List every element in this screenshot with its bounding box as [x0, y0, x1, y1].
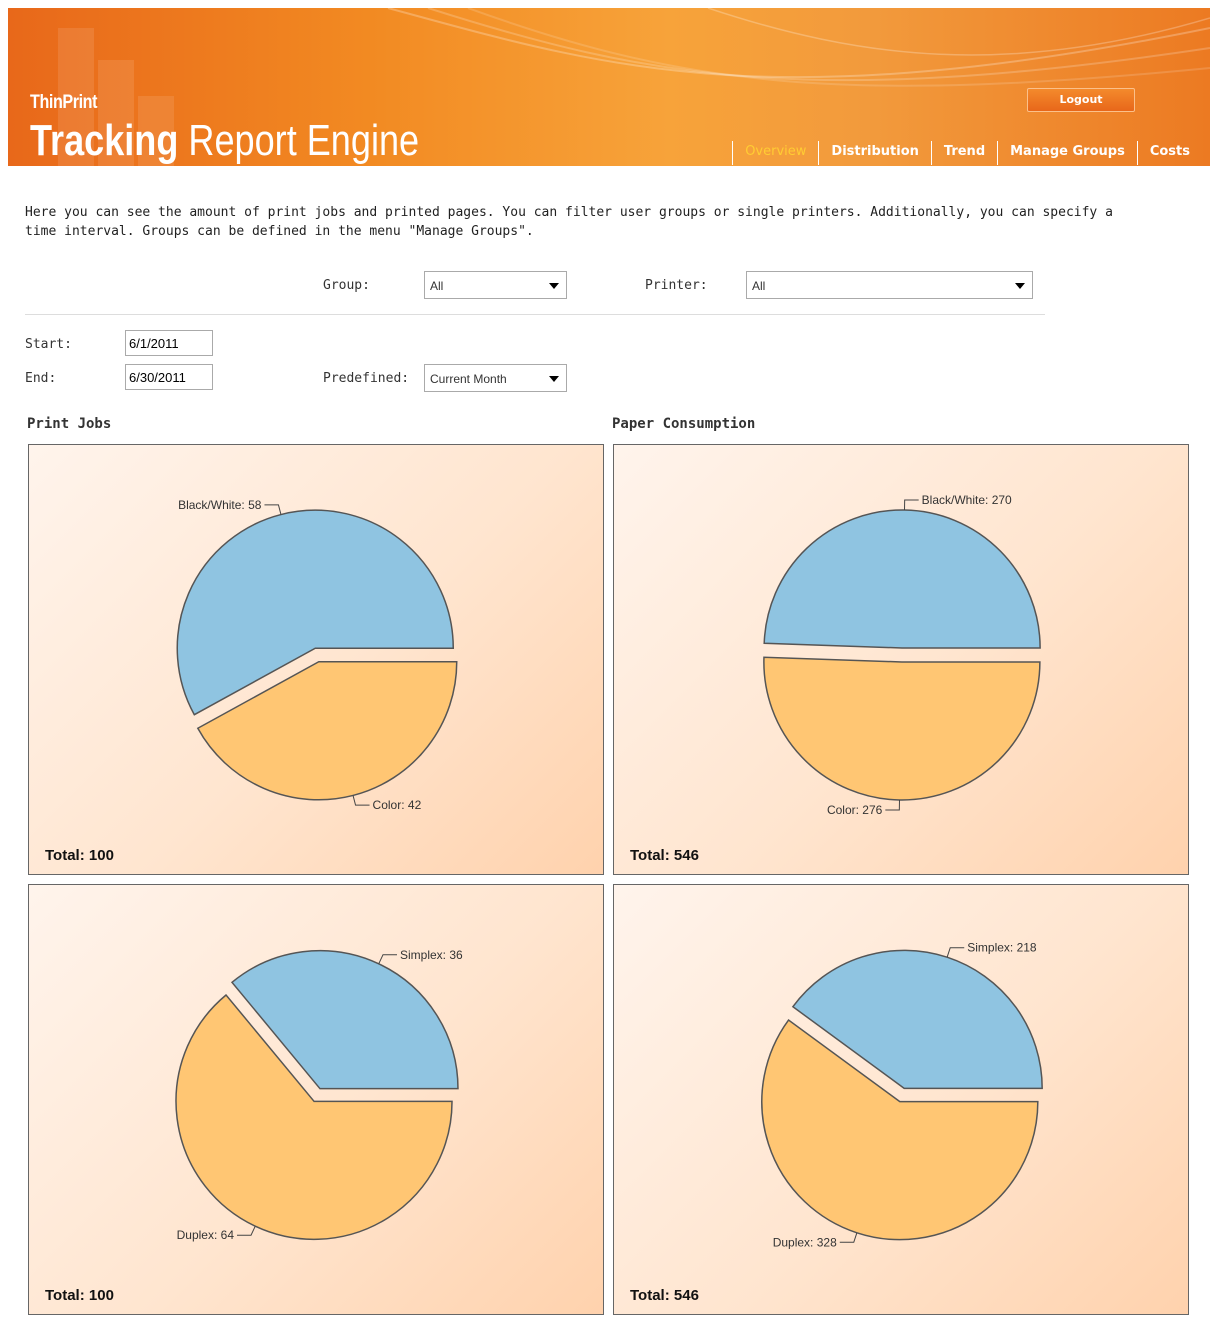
- brand-title-rest: Report Engine: [188, 116, 420, 165]
- chart-total: Total: 100: [45, 1287, 114, 1304]
- chart-panel-pages-duplex: Simplex: 218 Duplex: 328 Total: 546: [613, 884, 1189, 1315]
- print-jobs-title: Print Jobs: [27, 416, 112, 432]
- pie-slice-label: Color: 42: [373, 798, 422, 812]
- start-date-input[interactable]: [125, 330, 213, 356]
- filter-divider: [25, 314, 1045, 315]
- tab-distribution[interactable]: Distribution: [818, 141, 930, 165]
- pie-leader-line: [237, 1225, 256, 1236]
- logout-button[interactable]: Logout: [1027, 88, 1135, 112]
- brand-title: Tracking Report Engine: [30, 116, 419, 166]
- chevron-down-icon: [549, 283, 559, 289]
- main-nav: Overview Distribution Trend Manage Group…: [732, 141, 1202, 165]
- paper-consumption-title: Paper Consumption: [612, 416, 756, 432]
- pie-leader-line: [885, 799, 900, 811]
- brand-small: ThinPrint: [30, 92, 98, 113]
- tab-trend[interactable]: Trend: [930, 141, 997, 165]
- printer-label: Printer:: [645, 278, 708, 293]
- pie-slice-label: Simplex: 36: [400, 948, 463, 962]
- chart-total: Total: 546: [630, 1287, 699, 1304]
- chart-panel-pages-color: Black/White: 270 Color: 276 Total: 546: [613, 444, 1189, 875]
- group-label: Group:: [323, 278, 370, 293]
- brand-title-bold: Tracking: [30, 116, 179, 165]
- pie-leader-line: [839, 1232, 858, 1243]
- pie-chart-pages-color: Black/White: 270 Color: 276: [763, 493, 1041, 817]
- pie-leader-line: [946, 947, 965, 958]
- chart-total: Total: 100: [45, 847, 114, 864]
- pie-leader-line: [904, 499, 919, 511]
- tab-costs[interactable]: Costs: [1136, 141, 1202, 165]
- intro-text: Here you can see the amount of print job…: [25, 205, 1113, 239]
- pie-slice-label: Duplex: 328: [773, 1235, 837, 1249]
- chart-panel-jobs-color: Black/White: 58 Color: 42 Total: 100: [28, 444, 604, 875]
- end-date-input[interactable]: [125, 364, 213, 390]
- end-label: End:: [25, 371, 57, 386]
- pie-slice-black-white: [763, 509, 1041, 649]
- group-select-value: All: [430, 279, 444, 293]
- pie-leader-line: [378, 954, 397, 965]
- pie-slice-color: [763, 656, 1041, 801]
- pie-chart-jobs-color: Black/White: 58 Color: 42: [176, 498, 458, 812]
- app-header: ThinPrint Tracking Report Engine Logout …: [8, 8, 1210, 166]
- chart-total: Total: 546: [630, 847, 699, 864]
- pie-slice-label: Black/White: 58: [178, 498, 262, 512]
- pie-chart-pages-duplex: Simplex: 218 Duplex: 328: [761, 941, 1043, 1249]
- predefined-label: Predefined:: [323, 371, 410, 386]
- chevron-down-icon: [1015, 283, 1025, 289]
- pie-slice-label: Simplex: 218: [967, 941, 1037, 955]
- predefined-select[interactable]: Current Month: [424, 364, 567, 392]
- tab-overview[interactable]: Overview: [732, 141, 818, 165]
- chevron-down-icon: [549, 376, 559, 382]
- start-label: Start:: [25, 337, 72, 352]
- chart-panel-jobs-duplex: Simplex: 36 Duplex: 64 Total: 100: [28, 884, 604, 1315]
- tab-manage-groups[interactable]: Manage Groups: [997, 141, 1137, 165]
- group-select[interactable]: All: [424, 271, 567, 299]
- pie-slice-label: Black/White: 270: [922, 493, 1012, 507]
- pie-leader-line: [352, 795, 370, 806]
- pie-chart-jobs-duplex: Simplex: 36 Duplex: 64: [175, 948, 463, 1242]
- printer-select-value: All: [752, 279, 766, 293]
- printer-select[interactable]: All: [746, 271, 1033, 299]
- pie-slice-label: Duplex: 64: [177, 1228, 235, 1242]
- pie-slice-label: Color: 276: [827, 803, 883, 817]
- pie-leader-line: [264, 504, 282, 515]
- predefined-select-value: Current Month: [430, 372, 507, 386]
